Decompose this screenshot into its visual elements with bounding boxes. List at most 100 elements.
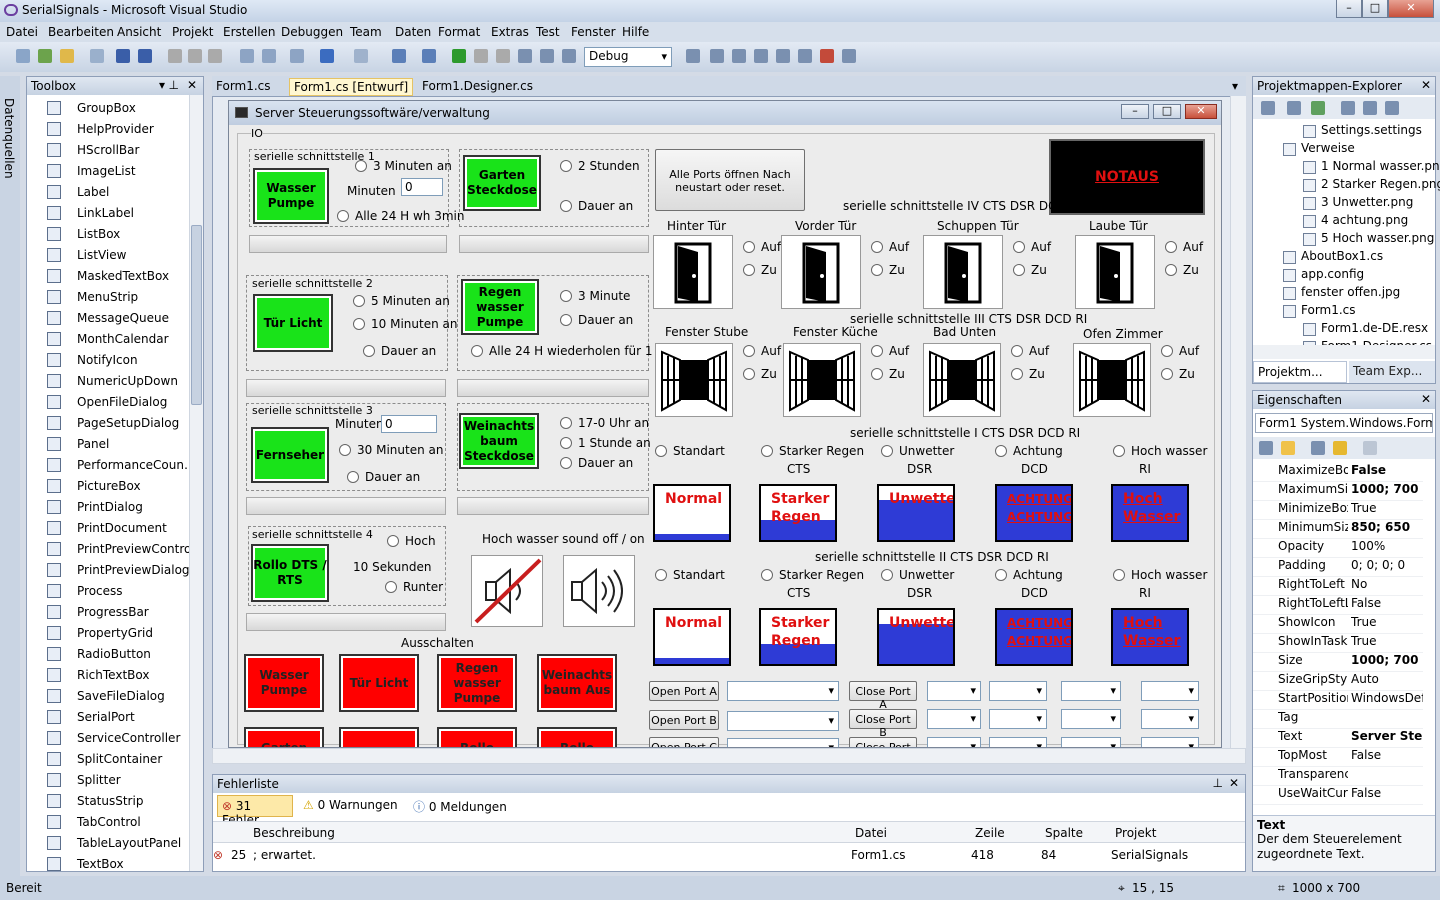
data-sources-tab[interactable]: Datenquellen bbox=[2, 98, 16, 179]
toolbox-item-listview[interactable]: ListView bbox=[47, 244, 126, 265]
radio-17-0-uhr[interactable] bbox=[560, 417, 572, 429]
menu-bearbeiten[interactable]: Bearbeiten bbox=[48, 25, 114, 39]
toolbox-item-splitter[interactable]: Splitter bbox=[47, 769, 121, 790]
pin-icon[interactable]: ⊥ bbox=[169, 78, 179, 92]
door-zu-radio-1[interactable] bbox=[871, 264, 883, 276]
toolbox-item-linklabel[interactable]: LinkLabel bbox=[47, 202, 134, 223]
door-auf-radio-3[interactable] bbox=[1165, 241, 1177, 253]
navigate-back-icon[interactable] bbox=[392, 49, 406, 63]
new-project-icon[interactable] bbox=[16, 49, 30, 63]
property-row-minimizebox[interactable]: MinimizeBox True bbox=[1253, 501, 1423, 520]
window-auf-radio-0[interactable] bbox=[743, 345, 755, 357]
toolbox-item-openfiledialog[interactable]: OpenFileDialog bbox=[47, 391, 167, 412]
menu-debuggen[interactable]: Debuggen bbox=[281, 25, 343, 39]
property-row-maximizebox[interactable]: MaximizeBoxFalse bbox=[1253, 463, 1423, 482]
stop-icon[interactable] bbox=[496, 49, 510, 63]
open-file-icon[interactable] bbox=[60, 49, 74, 63]
menu-fenster[interactable]: Fenster bbox=[571, 25, 616, 39]
uncomment-icon[interactable] bbox=[262, 49, 276, 63]
weather-radio-1-1[interactable] bbox=[761, 445, 773, 457]
maximize-button[interactable]: □ bbox=[1362, 0, 1388, 18]
weather-radio-1-2[interactable] bbox=[881, 445, 893, 457]
radio-dauer-an-3[interactable] bbox=[560, 314, 572, 326]
form-minimize-button[interactable]: – bbox=[1121, 104, 1149, 119]
open-port-c-button[interactable]: Open Port C bbox=[649, 737, 719, 747]
scroll-thumb[interactable] bbox=[191, 225, 202, 405]
solution-item-0[interactable]: Settings.settings bbox=[1321, 123, 1422, 137]
radio-dauer-an-1[interactable] bbox=[560, 200, 572, 212]
rollo-off-button-2[interactable]: Rollo bbox=[537, 727, 617, 747]
weather-radio-2-1[interactable] bbox=[761, 569, 773, 581]
weather-radio-1-3[interactable] bbox=[995, 445, 1007, 457]
toolbox-item-printdialog[interactable]: PrintDialog bbox=[47, 496, 143, 517]
property-row-transparencykey[interactable]: TransparencyKey bbox=[1253, 767, 1423, 786]
property-value[interactable]: 1000; 700 bbox=[1351, 653, 1423, 667]
property-row-maximumsize[interactable]: MaximumSize1000; 700 bbox=[1253, 482, 1423, 501]
open-port-b-button[interactable]: Open Port B bbox=[649, 710, 719, 730]
port-a-dcd-dropdown[interactable] bbox=[1061, 681, 1121, 701]
sound-off-button[interactable] bbox=[471, 555, 543, 627]
close-icon[interactable]: ✕ bbox=[1229, 776, 1239, 790]
radio-3-minute[interactable] bbox=[560, 290, 572, 302]
window-zu-radio-2[interactable] bbox=[1011, 368, 1023, 380]
toolbox-item-maskedtextbox[interactable]: MaskedTextBox bbox=[47, 265, 169, 286]
indent-icon[interactable] bbox=[290, 49, 304, 63]
menu-extras[interactable]: Extras bbox=[491, 25, 529, 39]
port-c-dsr-dropdown[interactable] bbox=[989, 737, 1047, 747]
toolbox-item-propertygrid[interactable]: PropertyGrid bbox=[47, 622, 153, 643]
port-b-dcd-dropdown[interactable] bbox=[1061, 709, 1121, 729]
fernseher-on-button[interactable]: Fernseher bbox=[251, 427, 329, 483]
pause-icon[interactable] bbox=[474, 49, 488, 63]
close-icon[interactable]: ✕ bbox=[187, 78, 197, 92]
view-designer-icon[interactable] bbox=[1363, 101, 1377, 115]
toolbox-item-tabcontrol[interactable]: TabControl bbox=[47, 811, 141, 832]
undo-icon[interactable] bbox=[320, 49, 334, 63]
property-value[interactable]: True bbox=[1351, 615, 1423, 629]
toolbox-item-richtextbox[interactable]: RichTextBox bbox=[47, 664, 149, 685]
save-all-icon[interactable] bbox=[138, 49, 152, 63]
col-spalte[interactable]: Spalte bbox=[1045, 826, 1083, 840]
tab-team-explorer[interactable]: Team Exp... bbox=[1349, 361, 1435, 383]
property-row-showicon[interactable]: ShowIcon True bbox=[1253, 615, 1423, 634]
door-zu-radio-2[interactable] bbox=[1013, 264, 1025, 276]
weather-radio-2-2[interactable] bbox=[881, 569, 893, 581]
copy-icon[interactable] bbox=[188, 49, 202, 63]
toolbox-item-savefiledialog[interactable]: SaveFileDialog bbox=[47, 685, 165, 706]
class-diagram-icon[interactable] bbox=[1385, 101, 1399, 115]
radio-hoch[interactable] bbox=[387, 535, 399, 547]
navigate-forward-icon[interactable] bbox=[422, 49, 436, 63]
open-port-a-button[interactable]: Open Port A bbox=[649, 681, 719, 701]
object-browser-icon[interactable] bbox=[754, 49, 768, 63]
menu-test[interactable]: Test bbox=[536, 25, 560, 39]
error-list-icon[interactable] bbox=[820, 49, 834, 63]
close-port-b-button[interactable]: Close Port B bbox=[849, 709, 917, 739]
port-c-ri-dropdown[interactable] bbox=[1141, 737, 1199, 747]
chevron-down-icon[interactable]: ▾ bbox=[159, 78, 165, 92]
menu-format[interactable]: Format bbox=[438, 25, 480, 39]
toolbox-item-helpprovider[interactable]: HelpProvider bbox=[47, 118, 154, 139]
start-debug-icon[interactable] bbox=[452, 49, 466, 63]
tab-form1-designer[interactable]: Form1.cs [Entwurf] bbox=[289, 78, 414, 96]
weinachtsbaum-off-button[interactable]: Weinachts baum Aus bbox=[537, 654, 617, 712]
property-value[interactable]: False bbox=[1351, 463, 1423, 477]
class-view-icon[interactable] bbox=[798, 49, 812, 63]
port-a-dropdown[interactable] bbox=[727, 681, 839, 701]
window-auf-radio-3[interactable] bbox=[1161, 345, 1173, 357]
open-all-ports-button[interactable]: Alle Ports öffnen Nach neustart oder res… bbox=[655, 149, 805, 211]
property-pages-icon[interactable] bbox=[1363, 441, 1377, 455]
designer-vscrollbar[interactable] bbox=[1230, 96, 1246, 748]
tab-form1-designer-cs[interactable]: Form1.Designer.cs bbox=[418, 78, 537, 96]
toolbox-item-groupbox[interactable]: GroupBox bbox=[47, 97, 136, 118]
port-a-cts-dropdown[interactable] bbox=[927, 681, 981, 701]
door-auf-radio-0[interactable] bbox=[743, 241, 755, 253]
port-a-dsr-dropdown[interactable] bbox=[989, 681, 1047, 701]
step-out-icon[interactable] bbox=[562, 49, 576, 63]
property-value[interactable]: True bbox=[1351, 634, 1423, 648]
add-item-icon[interactable] bbox=[38, 49, 52, 63]
tuer-licht-off-button[interactable]: Tür Licht bbox=[339, 654, 419, 712]
property-value[interactable]: False bbox=[1351, 596, 1423, 610]
weather-radio-1-0[interactable] bbox=[655, 445, 667, 457]
toolbox-item-menustrip[interactable]: MenuStrip bbox=[47, 286, 138, 307]
solution-item-7[interactable]: AboutBox1.cs bbox=[1301, 249, 1383, 263]
minutes-numeric-1[interactable]: 0 bbox=[401, 178, 443, 196]
